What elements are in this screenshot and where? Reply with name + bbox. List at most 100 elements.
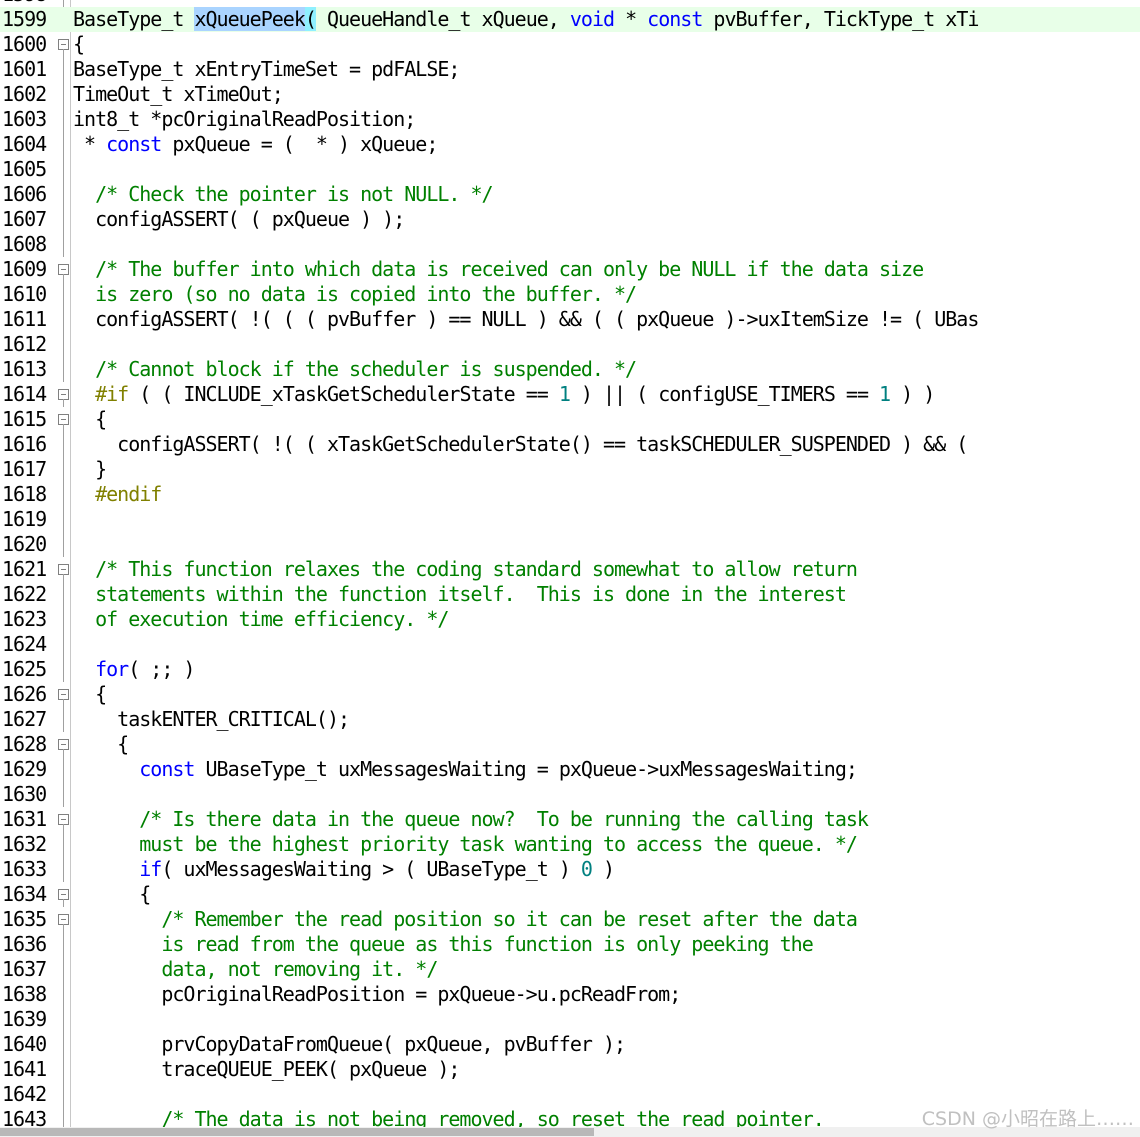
- fold-marker[interactable]: [58, 557, 69, 582]
- code-line[interactable]: 1629 const UBaseType_t uxMessagesWaiting…: [0, 757, 1140, 782]
- code-line[interactable]: 1609 /* The buffer into which data is re…: [0, 257, 1140, 282]
- code-text: {: [73, 882, 151, 907]
- fold-guide: [58, 707, 69, 732]
- code-line[interactable]: 1620: [0, 532, 1140, 557]
- line-number: 1602: [2, 82, 47, 106]
- comment-token: /* The data is not being removed, so res…: [73, 1107, 824, 1127]
- fold-guide: [58, 57, 69, 82]
- code-token: int8_t *pcOriginalReadPosition;: [73, 107, 416, 131]
- line-number: 1617: [2, 457, 47, 481]
- code-text: {: [73, 407, 107, 432]
- code-line[interactable]: 1598: [0, 0, 1140, 7]
- fold-guide: [58, 582, 69, 607]
- code-text: /* Cannot block if the scheduler is susp…: [73, 357, 637, 382]
- fold-guide: [58, 957, 69, 982]
- fold-marker[interactable]: [58, 682, 69, 707]
- fold-guide: [58, 982, 69, 1007]
- code-line[interactable]: 1605: [0, 157, 1140, 182]
- line-number: 1627: [2, 707, 47, 731]
- line-number: 1601: [2, 57, 47, 81]
- code-line[interactable]: 1636 is read from the queue as this func…: [0, 932, 1140, 957]
- fold-guide: [58, 1032, 69, 1057]
- fold-marker[interactable]: [58, 382, 69, 407]
- line-number: 1633: [2, 857, 47, 881]
- code-line[interactable]: 1614 #if ( ( INCLUDE_xTaskGetSchedulerSt…: [0, 382, 1140, 407]
- code-text: must be the highest priority task wantin…: [73, 832, 858, 857]
- comment-token: /* The buffer into which data is receive…: [73, 257, 924, 281]
- line-number: 1607: [2, 207, 47, 231]
- code-token: taskENTER_CRITICAL();: [73, 707, 350, 731]
- line-number: 1629: [2, 757, 47, 781]
- code-line[interactable]: 1628 {: [0, 732, 1140, 757]
- code-line[interactable]: 1599 BaseType_t xQueuePeek( QueueHandle_t…: [0, 7, 1140, 32]
- code-line[interactable]: 1621 /* This function relaxes the coding…: [0, 557, 1140, 582]
- code-line[interactable]: 1632 must be the highest priority task w…: [0, 832, 1140, 857]
- code-line[interactable]: 1633 if( uxMessagesWaiting > ( UBaseType…: [0, 857, 1140, 882]
- line-number: 1620: [2, 532, 47, 556]
- fold-marker[interactable]: [58, 882, 69, 907]
- code-line[interactable]: 1617 }: [0, 457, 1140, 482]
- line-number: 1628: [2, 732, 47, 756]
- code-line[interactable]: 1613 /* Cannot block if the scheduler is…: [0, 357, 1140, 382]
- code-line[interactable]: 1640 prvCopyDataFromQueue( pxQueue, pvBu…: [0, 1032, 1140, 1057]
- fold-marker[interactable]: [58, 407, 69, 432]
- code-line[interactable]: 1611 configASSERT( !( ( ( pvBuffer ) == …: [0, 307, 1140, 332]
- line-number: 1642: [2, 1082, 47, 1106]
- fold-marker[interactable]: [58, 907, 69, 932]
- line-number: 1609: [2, 257, 47, 281]
- watermark: CSDN @小昭在路上……: [921, 1108, 1134, 1130]
- code-line[interactable]: 1604 * const pxQueue = ( * ) xQueue;: [0, 132, 1140, 157]
- code-line[interactable]: 1608: [0, 232, 1140, 257]
- code-line[interactable]: 1607 configASSERT( ( pxQueue ) );: [0, 207, 1140, 232]
- code-text: if( uxMessagesWaiting > ( UBaseType_t ) …: [73, 857, 615, 882]
- code-line[interactable]: 1616 configASSERT( !( ( xTaskGetSchedule…: [0, 432, 1140, 457]
- code-line[interactable]: 1612: [0, 332, 1140, 357]
- code-line[interactable]: 1638 pcOriginalReadPosition = pxQueue->u…: [0, 982, 1140, 1007]
- code-token: ( ( INCLUDE_xTaskGetSchedulerState ==: [128, 382, 559, 406]
- code-line[interactable]: 1600 {: [0, 32, 1140, 57]
- code-line[interactable]: 1634 {: [0, 882, 1140, 907]
- code-line[interactable]: 1602 TimeOut_t xTimeOut;: [0, 82, 1140, 107]
- fold-guide: [58, 1107, 69, 1127]
- fold-guide: [58, 107, 69, 132]
- code-line[interactable]: 1639: [0, 1007, 1140, 1032]
- code-line[interactable]: 1641 traceQUEUE_PEEK( pxQueue );: [0, 1057, 1140, 1082]
- code-line[interactable]: 1601 BaseType_t xEntryTimeSet = pdFALSE;: [0, 57, 1140, 82]
- code-line[interactable]: 1626 {: [0, 682, 1140, 707]
- code-line[interactable]: 1622 statements within the function itse…: [0, 582, 1140, 607]
- number-token: 0: [580, 857, 593, 881]
- horizontal-scrollbar-thumb[interactable]: [0, 1128, 594, 1136]
- code-line[interactable]: 1610 is zero (so no data is copied into …: [0, 282, 1140, 307]
- code-line[interactable]: 1624: [0, 632, 1140, 657]
- code-line[interactable]: 1631 /* Is there data in the queue now? …: [0, 807, 1140, 832]
- line-number: 1618: [2, 482, 47, 506]
- fold-guide: [58, 357, 69, 382]
- code-text: is read from the queue as this function …: [73, 932, 813, 957]
- code-line[interactable]: 1623 of execution time efficiency. */: [0, 607, 1140, 632]
- fold-marker[interactable]: [58, 257, 69, 282]
- fold-marker[interactable]: [58, 807, 69, 832]
- code-text: #if ( ( INCLUDE_xTaskGetSchedulerState =…: [73, 382, 935, 407]
- code-editor[interactable]: 15981599 BaseType_t xQueuePeek( QueueHand…: [0, 0, 1140, 1127]
- fold-marker[interactable]: [58, 32, 69, 57]
- code-text: {: [73, 682, 107, 707]
- code-line[interactable]: 1635 /* Remember the read position so it…: [0, 907, 1140, 932]
- code-line[interactable]: 1630: [0, 782, 1140, 807]
- line-number: 1621: [2, 557, 47, 581]
- code-token: {: [73, 32, 85, 56]
- code-line[interactable]: 1619: [0, 507, 1140, 532]
- line-number: 1598: [0, 0, 58, 7]
- code-text: is zero (so no data is copied into the b…: [73, 282, 637, 307]
- code-line[interactable]: 1603 int8_t *pcOriginalReadPosition;: [0, 107, 1140, 132]
- line-number: 1643: [2, 1107, 47, 1127]
- code-line[interactable]: 1637 data, not removing it. */: [0, 957, 1140, 982]
- line-number: 1614: [2, 382, 47, 406]
- code-line[interactable]: 1618 #endif: [0, 482, 1140, 507]
- code-line[interactable]: 1615 {: [0, 407, 1140, 432]
- fold-marker[interactable]: [58, 732, 69, 757]
- code-line[interactable]: 1625 for( ;; ): [0, 657, 1140, 682]
- code-line[interactable]: 1606 /* Check the pointer is not NULL. *…: [0, 182, 1140, 207]
- fold-guide: [58, 432, 69, 457]
- code-line[interactable]: 1627 taskENTER_CRITICAL();: [0, 707, 1140, 732]
